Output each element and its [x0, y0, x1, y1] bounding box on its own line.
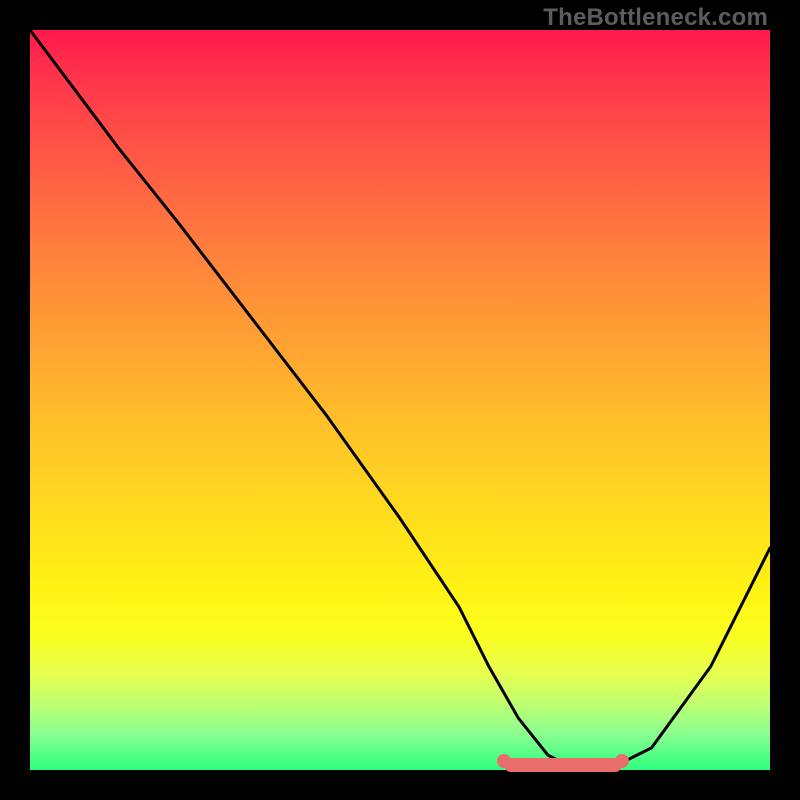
bottleneck-curve: [30, 30, 770, 770]
watermark-text: TheBottleneck.com: [543, 4, 768, 32]
optimal-region-left-dot: [497, 754, 511, 768]
optimal-region-highlight: [504, 758, 622, 772]
chart-frame: TheBottleneck.com: [0, 0, 800, 800]
optimal-region-right-dot: [615, 754, 629, 768]
plot-area: [30, 30, 770, 770]
